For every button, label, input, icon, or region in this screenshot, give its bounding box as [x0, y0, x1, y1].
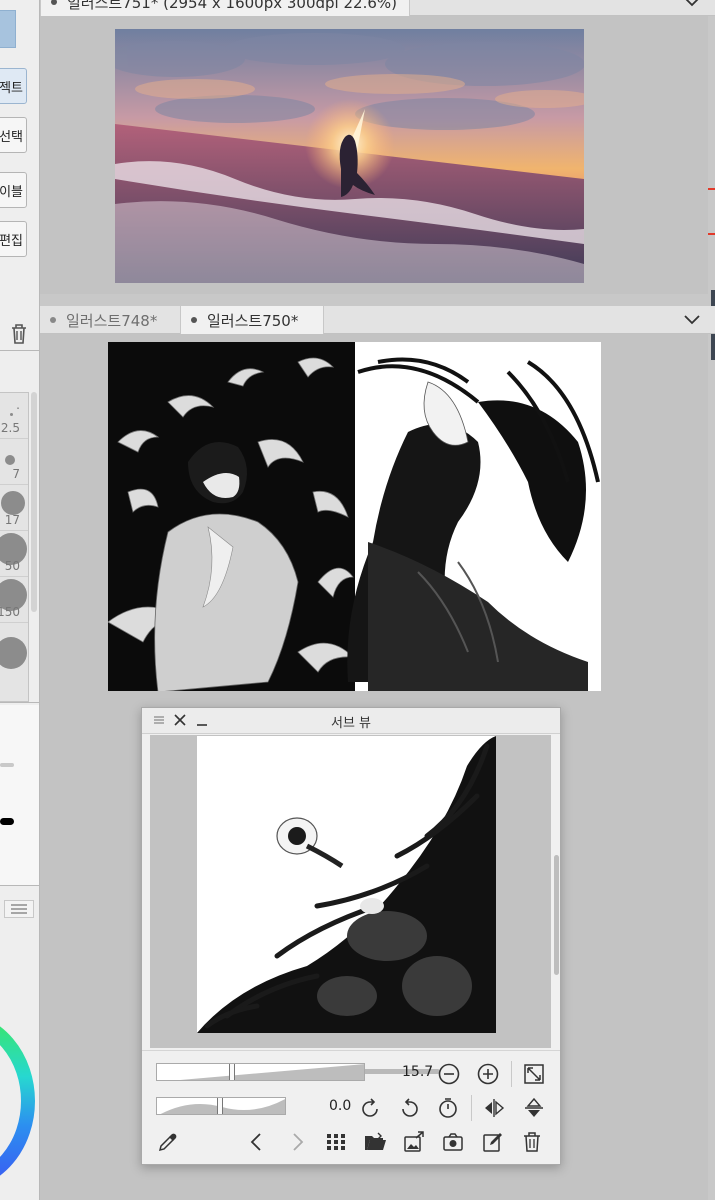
color-wheel[interactable] — [0, 1012, 36, 1190]
window-edge-marker — [707, 233, 715, 235]
brush-size-item[interactable]: . 2.5 — [0, 393, 28, 439]
panel-divider — [0, 350, 39, 351]
sub-tool-label-button[interactable]: 이블 — [0, 172, 27, 208]
sub-tool-edit-button[interactable]: 편집 — [0, 221, 27, 257]
camera-icon[interactable] — [441, 1130, 465, 1154]
zoom-out-icon[interactable] — [437, 1062, 461, 1086]
tab-label: 일러스트750* — [207, 311, 299, 330]
rotation-slider[interactable] — [156, 1097, 286, 1115]
fit-to-window-icon[interactable] — [522, 1062, 546, 1086]
window-edge-marker — [707, 188, 715, 190]
selected-tool-indicator[interactable] — [0, 10, 16, 48]
brush-size-item[interactable]: 50 — [0, 531, 28, 577]
canvas-tab-bar: 일러스트751* (2954 x 1600px 300dpi 22.6%) — [40, 0, 715, 16]
sub-tool-select-button[interactable]: 선택 — [0, 117, 27, 153]
tool-property-panel — [0, 705, 39, 885]
brush-size-item[interactable]: 150 — [0, 577, 28, 623]
unsaved-dot — [51, 0, 57, 5]
edit-icon[interactable] — [481, 1130, 505, 1154]
chevron-down-icon[interactable] — [683, 312, 701, 326]
tab-illustration-750[interactable]: 일러스트750* — [180, 306, 324, 334]
canvas-view-751[interactable] — [40, 16, 708, 294]
brush-size-item[interactable] — [0, 623, 28, 669]
trash-icon[interactable] — [9, 322, 29, 346]
rotation-slider-thumb[interactable] — [217, 1098, 223, 1114]
brush-size-list: . 2.5 7 17 50 150 — [0, 392, 29, 702]
brush-size-value: 17 — [4, 513, 20, 527]
brush-list-scrollbar[interactable] — [31, 392, 37, 612]
reference-image — [197, 736, 496, 1033]
zoom-value: 15.7 — [402, 1064, 434, 1080]
reset-rotation-icon[interactable] — [436, 1096, 460, 1120]
rotation-value: 0.0 — [329, 1098, 352, 1114]
previous-icon[interactable] — [245, 1130, 269, 1154]
sub-tool-label: 편집 — [0, 233, 23, 249]
sub-tool-label: 젝트 — [0, 80, 23, 96]
sub-view-panel: 서브 뷰 15.7 0.0 — [141, 707, 561, 1165]
sub-tool-label: 이블 — [0, 184, 23, 200]
sub-tool-object-button[interactable]: 젝트 — [0, 68, 27, 104]
sub-view-title: 서브 뷰 — [330, 716, 371, 731]
brush-size-item[interactable]: 17 — [0, 485, 28, 531]
zoom-in-icon[interactable] — [476, 1062, 500, 1086]
tab-illustration-748[interactable]: 일러스트748* — [40, 306, 180, 334]
toolbar-separator — [471, 1095, 472, 1121]
panel-divider — [0, 885, 39, 886]
brush-size-value: 50 — [4, 559, 20, 573]
tab-label: 일러스트751* (2954 x 1600px 300dpi 22.6%) — [67, 0, 397, 12]
next-icon[interactable] — [285, 1130, 309, 1154]
sub-view-canvas[interactable] — [150, 735, 559, 1074]
eyedropper-icon[interactable] — [156, 1130, 180, 1154]
brush-size-value: 150 — [0, 605, 20, 619]
open-folder-icon[interactable] — [363, 1130, 387, 1154]
left-tool-panel: 젝트 선택 이블 편집 . 2.5 7 17 50 150 — [0, 0, 40, 1200]
brush-size-value: . — [16, 398, 20, 412]
panel-divider — [0, 702, 39, 703]
trash-icon[interactable] — [520, 1130, 544, 1154]
brush-size-item[interactable]: 7 — [0, 439, 28, 485]
monochrome-illustration — [108, 342, 601, 691]
import-image-icon[interactable] — [402, 1130, 426, 1154]
panel-menu-icon[interactable] — [4, 900, 34, 918]
sub-view-title-bar[interactable]: 서브 뷰 — [142, 708, 560, 734]
tab-label: 일러스트748* — [66, 311, 158, 330]
brush-size-value: 2.5 — [0, 421, 20, 435]
rotate-left-icon[interactable] — [359, 1096, 383, 1120]
toolbar-separator — [511, 1061, 512, 1087]
chevron-down-icon[interactable] — [683, 0, 701, 8]
vertical-scrollbar[interactable] — [554, 855, 559, 975]
sub-view-divider — [142, 1050, 560, 1051]
flip-vertical-icon[interactable] — [522, 1096, 546, 1120]
grid-icon[interactable] — [324, 1130, 348, 1154]
sub-tool-label: 선택 — [0, 129, 23, 145]
slider-handle[interactable] — [0, 763, 14, 767]
flip-horizontal-icon[interactable] — [482, 1096, 506, 1120]
brush-size-value: 7 — [12, 467, 20, 481]
brush-preview — [0, 818, 14, 825]
rotate-right-icon[interactable] — [397, 1096, 421, 1120]
unsaved-dot — [191, 317, 197, 323]
canvas-tab-bar-2: 일러스트748* 일러스트750* — [40, 306, 715, 334]
tab-illustration-751[interactable]: 일러스트751* (2954 x 1600px 300dpi 22.6%) — [40, 0, 410, 16]
zoom-slider-thumb[interactable] — [229, 1064, 235, 1080]
unsaved-dot — [50, 317, 56, 323]
zoom-slider[interactable] — [156, 1063, 365, 1081]
sunset-sea-illustration — [115, 29, 584, 283]
